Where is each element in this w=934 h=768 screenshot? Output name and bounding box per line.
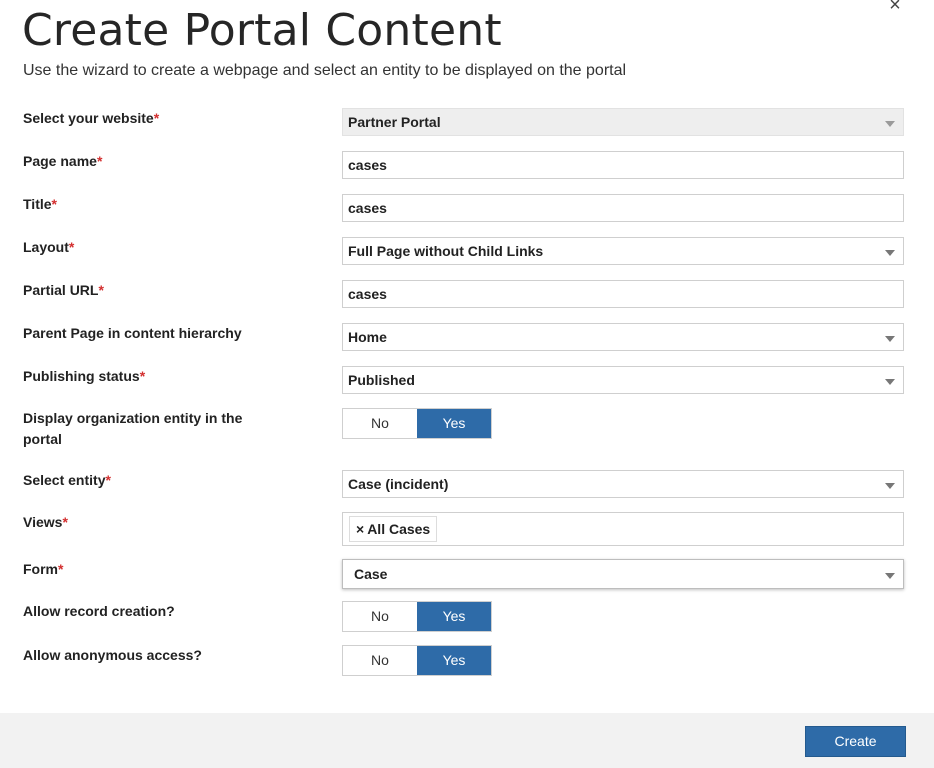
select-entity-value: Case (incident) xyxy=(348,476,449,492)
chevron-down-icon xyxy=(885,250,895,256)
required-marker: * xyxy=(51,196,57,212)
required-marker: * xyxy=(153,110,160,126)
toggle-yes-option[interactable]: Yes xyxy=(417,602,491,631)
required-marker: * xyxy=(139,368,146,384)
required-marker: * xyxy=(105,472,111,488)
allow-record-creation-toggle[interactable]: No Yes xyxy=(342,601,492,632)
title-label: Title* xyxy=(23,196,57,212)
toggle-yes-option[interactable]: Yes xyxy=(417,409,491,438)
website-label: Select your website* xyxy=(23,110,160,126)
display-org-entity-label: Display organization entity in the porta… xyxy=(23,410,243,447)
toggle-no-option[interactable]: No xyxy=(343,602,417,631)
select-entity-label: Select entity* xyxy=(23,472,111,488)
allow-anonymous-access-label: Allow anonymous access? xyxy=(23,647,202,663)
page-name-input[interactable]: cases xyxy=(342,151,904,179)
publishing-status-select[interactable]: Published xyxy=(342,366,904,394)
toggle-no-option[interactable]: No xyxy=(343,409,417,438)
required-marker: * xyxy=(96,153,103,169)
required-marker: * xyxy=(98,282,104,298)
layout-label: Layout* xyxy=(23,239,75,255)
create-button[interactable]: Create xyxy=(805,726,906,757)
select-entity-select[interactable]: Case (incident) xyxy=(342,470,904,498)
allow-record-creation-label: Allow record creation? xyxy=(23,603,175,619)
required-marker: * xyxy=(62,514,68,530)
page-name-label: Page name* xyxy=(23,153,103,169)
views-label: Views* xyxy=(23,514,68,530)
chevron-down-icon xyxy=(885,121,895,127)
toggle-yes-option[interactable]: Yes xyxy=(417,646,491,675)
toggle-no-option[interactable]: No xyxy=(343,646,417,675)
page-title: Create Portal Content xyxy=(22,5,502,56)
form-label: Form* xyxy=(23,561,64,577)
remove-tag-icon[interactable]: × xyxy=(356,521,364,537)
required-marker: * xyxy=(68,239,75,255)
form-select[interactable]: Case xyxy=(342,559,904,589)
chevron-down-icon xyxy=(885,336,895,342)
chevron-down-icon xyxy=(885,379,895,385)
display-org-entity-toggle[interactable]: No Yes xyxy=(342,408,492,439)
parent-page-label: Parent Page in content hierarchy xyxy=(23,325,242,341)
form-value: Case xyxy=(354,566,388,582)
publishing-status-label: Publishing status* xyxy=(23,368,146,384)
view-tag-label: All Cases xyxy=(367,521,431,537)
layout-select[interactable]: Full Page without Child Links xyxy=(342,237,904,265)
layout-value: Full Page without Child Links xyxy=(348,243,544,259)
title-input[interactable]: cases xyxy=(342,194,904,222)
website-value: Partner Portal xyxy=(348,114,441,130)
page-subtitle: Use the wizard to create a webpage and s… xyxy=(23,62,627,79)
parent-page-value: Home xyxy=(348,329,387,345)
close-button[interactable]: × xyxy=(884,0,906,16)
partial-url-input[interactable]: cases xyxy=(342,280,904,308)
partial-url-label: Partial URL* xyxy=(23,282,104,298)
required-marker: * xyxy=(58,561,64,577)
parent-page-select[interactable]: Home xyxy=(342,323,904,351)
dialog-footer: Create xyxy=(0,713,934,768)
website-select: Partner Portal xyxy=(342,108,904,136)
chevron-down-icon xyxy=(885,483,895,489)
view-tag: × All Cases xyxy=(349,516,438,542)
views-multiselect[interactable]: × All Cases xyxy=(342,512,904,546)
close-icon[interactable]: × xyxy=(889,0,901,16)
allow-anonymous-access-toggle[interactable]: No Yes xyxy=(342,645,492,676)
chevron-down-icon xyxy=(885,573,895,579)
publishing-status-value: Published xyxy=(348,372,415,388)
